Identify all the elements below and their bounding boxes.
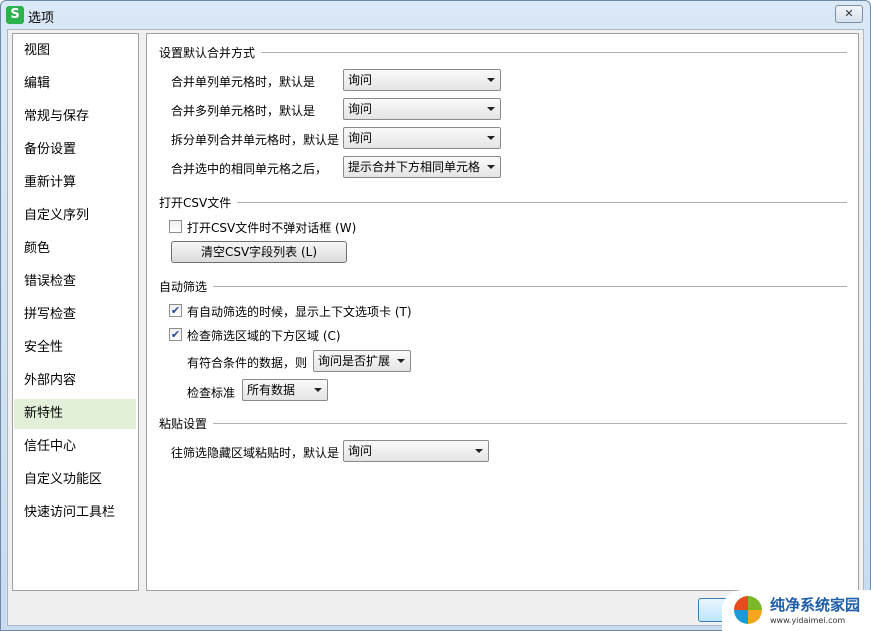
sidebar-item[interactable]: 颜色 <box>14 234 136 264</box>
sidebar-item[interactable]: 快速访问工具栏 <box>14 498 136 528</box>
merge-single-label: 合并单列单元格时，默认是 <box>171 75 316 89</box>
chevron-down-icon <box>397 359 405 363</box>
section-autofilter: 自动筛选 <box>159 278 847 295</box>
watermark-logo-icon <box>734 596 762 624</box>
title-bar: S 选项 ✕ <box>1 1 870 29</box>
criteria-label: 检查标准 <box>187 386 236 400</box>
clear-csv-button[interactable]: 清空CSV字段列表 (L) <box>171 241 347 263</box>
merge-multi-select[interactable]: 询问 <box>343 98 501 120</box>
split-select[interactable]: 询问 <box>343 127 501 149</box>
paste-label: 往筛选隐藏区域粘贴时，默认是 <box>171 446 340 460</box>
watermark-url: www.yidaimei.com <box>770 616 846 625</box>
criteria-select[interactable]: 所有数据 <box>242 379 328 401</box>
csv-no-dialog-label: 打开CSV文件时不弹对话框 (W) <box>187 221 357 235</box>
show-context-tab-label: 有自动筛选的时候，显示上下文选项卡 (T) <box>187 305 412 319</box>
close-button[interactable]: ✕ <box>835 5 863 23</box>
divider <box>237 202 847 203</box>
sidebar-item[interactable]: 重新计算 <box>14 168 136 198</box>
window-title: 选项 <box>28 11 55 26</box>
wps-logo-icon: S <box>6 6 24 24</box>
section-title: 打开CSV文件 <box>159 196 232 210</box>
matching-data-label: 有符合条件的数据，则 <box>187 356 308 370</box>
section-merge: 设置默认合并方式 <box>159 44 847 61</box>
chevron-down-icon <box>314 388 322 392</box>
divider <box>213 286 847 287</box>
csv-no-dialog-checkbox[interactable] <box>169 220 182 233</box>
section-title: 粘贴设置 <box>159 417 208 431</box>
merge-same-label: 合并选中的相同单元格之后， <box>171 162 328 176</box>
settings-panel: 设置默认合并方式 合并单列单元格时，默认是 询问 合并多列单元格时，默认是 询问… <box>146 33 859 591</box>
sidebar-item[interactable]: 自定义功能区 <box>14 465 136 495</box>
divider <box>213 423 847 424</box>
chevron-down-icon <box>487 78 495 82</box>
check-below-label: 检查筛选区域的下方区域 (C) <box>187 329 341 343</box>
sidebar-item[interactable]: 编辑 <box>14 69 136 99</box>
paste-select[interactable]: 询问 <box>343 440 489 462</box>
chevron-down-icon <box>487 165 495 169</box>
sidebar-item[interactable]: 备份设置 <box>14 135 136 165</box>
section-csv: 打开CSV文件 <box>159 194 847 211</box>
watermark: 纯净系统家园 www.yidaimei.com <box>722 590 871 631</box>
chevron-down-icon <box>487 107 495 111</box>
section-paste: 粘贴设置 <box>159 415 847 432</box>
sidebar-item[interactable]: 安全性 <box>14 333 136 363</box>
split-label: 拆分单列合并单元格时，默认是 <box>171 133 340 147</box>
merge-multi-label: 合并多列单元格时，默认是 <box>171 104 316 118</box>
sidebar: 视图 编辑 常规与保存 备份设置 重新计算 自定义序列 颜色 错误检查 拼写检查 安全性 外部内容新… <box>12 33 139 591</box>
section-title: 设置默认合并方式 <box>159 46 256 60</box>
sidebar-item[interactable]: 错误检查 <box>14 267 136 297</box>
check-below-checkbox[interactable]: ✔ <box>169 328 182 341</box>
sidebar-item[interactable]: 视图 <box>14 36 136 66</box>
merge-same-select[interactable]: 提示合并下方相同单元格 <box>343 156 501 178</box>
sidebar-item[interactable]: 新特性 <box>14 399 136 429</box>
show-context-tab-checkbox[interactable]: ✔ <box>169 304 182 317</box>
watermark-text: 纯净系统家园 <box>770 596 861 614</box>
matching-data-select[interactable]: 询问是否扩展 <box>313 350 411 372</box>
sidebar-item[interactable]: 信任中心 <box>14 432 136 462</box>
sidebar-item[interactable]: 外部内容 <box>14 366 136 396</box>
chevron-down-icon <box>487 136 495 140</box>
section-title: 自动筛选 <box>159 280 208 294</box>
sidebar-item[interactable]: 自定义序列 <box>14 201 136 231</box>
sidebar-item[interactable]: 拼写检查 <box>14 300 136 330</box>
chevron-down-icon <box>475 449 483 453</box>
sidebar-item[interactable]: 常规与保存 <box>14 102 136 132</box>
divider <box>261 52 847 53</box>
merge-single-select[interactable]: 询问 <box>343 69 501 91</box>
